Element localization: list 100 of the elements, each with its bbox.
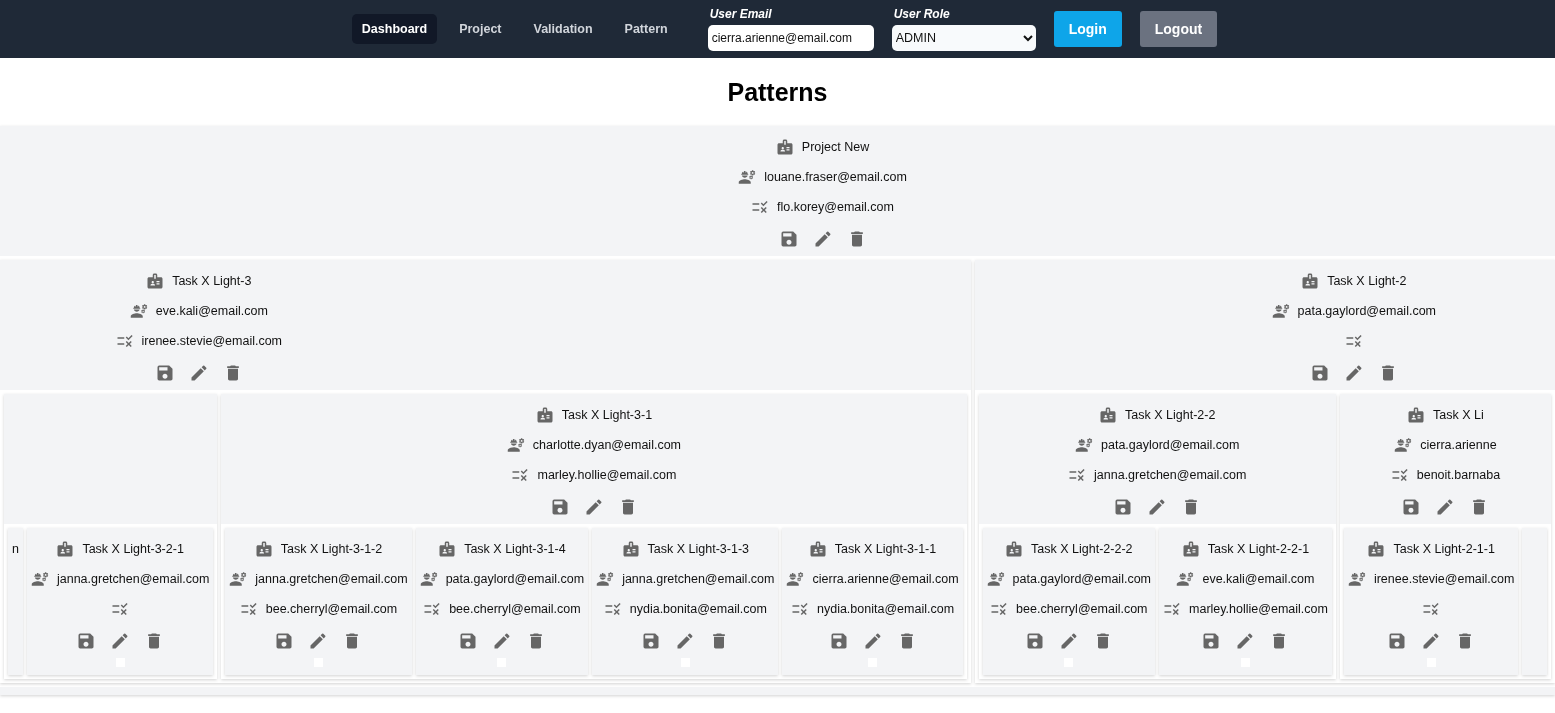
task-title: Task X Light-3-1-2	[280, 542, 383, 556]
engineer-icon	[1271, 302, 1290, 320]
engineer-icon	[30, 570, 49, 588]
badge-icon	[1005, 540, 1024, 558]
badge-icon	[146, 272, 165, 290]
owner-email: janna.gretchen@email.com	[622, 572, 775, 586]
badge-icon	[808, 540, 827, 558]
badge-icon	[1301, 272, 1320, 290]
nav-link[interactable]: Pattern	[614, 14, 678, 44]
owner-email: cierra.arienne	[1420, 438, 1497, 452]
rule-icon	[1068, 466, 1087, 484]
save-icon	[1113, 497, 1134, 517]
rule-icon	[1390, 466, 1409, 484]
page-title: Patterns	[726, 76, 829, 108]
engineer-icon	[129, 302, 148, 320]
task-title: Project New	[801, 140, 870, 154]
owner-email: pata.gaylord@email.com	[445, 572, 585, 586]
engineer-icon	[738, 168, 757, 186]
owner-email: eve.kali@email.com	[1202, 572, 1315, 586]
validator-email: janna.gretchen@email.com	[1094, 468, 1247, 482]
badge-icon	[1407, 406, 1426, 424]
save-button[interactable]	[76, 631, 97, 651]
engineer-icon	[596, 570, 615, 588]
task-title: Task X Li	[1433, 408, 1484, 422]
owner-email: eve.kali@email.com	[155, 304, 268, 318]
field-label: User Role	[893, 7, 951, 21]
rule-icon	[603, 600, 622, 618]
task-title: Task X Light-2-2-1	[1207, 542, 1310, 556]
rule-icon	[423, 600, 442, 618]
save-icon	[641, 631, 662, 651]
rule-icon	[791, 600, 809, 618]
engineer-icon	[1075, 436, 1093, 454]
owner-email: n	[12, 542, 19, 556]
engineer-icon	[419, 570, 438, 588]
logout-button[interactable]: Logout	[1139, 11, 1218, 47]
badge-icon	[438, 540, 457, 558]
engineer-icon	[1394, 436, 1413, 454]
owner-email: pata.gaylord@email.com	[1297, 304, 1436, 318]
email-field[interactable]: cierra.arienne@email.com	[707, 25, 874, 51]
badge-icon	[775, 138, 794, 156]
task-title: Task X Light-3-1	[561, 408, 653, 422]
rule-icon	[751, 198, 770, 216]
validator-email: nydia.bonita@email.com	[629, 602, 767, 616]
task-title: Task X Light-3-1-1	[834, 542, 937, 556]
owner-email: charlotte.dyan@email.com	[532, 438, 681, 452]
nav-link[interactable]: Validation	[523, 14, 603, 44]
save-button[interactable]	[1387, 631, 1408, 651]
nav-link[interactable]: Project	[449, 14, 512, 44]
task-title: Task X Light-2-2-2	[1031, 542, 1133, 556]
save-button[interactable]	[274, 631, 295, 651]
rule-icon	[1422, 600, 1441, 618]
engineer-icon	[1347, 570, 1366, 588]
task-title: Task X Light-3	[172, 274, 252, 288]
engineer-icon	[229, 570, 248, 588]
task-title: Task X Light-2-1-1	[1393, 542, 1495, 556]
save-button[interactable]	[1201, 631, 1222, 651]
owner-email: louane.fraser@email.com	[764, 170, 907, 184]
badge-icon	[621, 540, 640, 558]
save-icon	[76, 631, 97, 651]
owner-email: pata.gaylord@email.com	[1012, 572, 1151, 586]
save-icon	[1401, 497, 1422, 517]
save-icon	[1387, 631, 1408, 651]
engineer-icon	[506, 436, 525, 454]
engineer-icon	[786, 570, 805, 588]
task-title: Task X Light-3-1-4	[464, 542, 566, 556]
role-select[interactable]: ADMIN	[891, 25, 1036, 51]
rule-icon	[239, 600, 258, 618]
badge-icon	[254, 540, 273, 558]
task-title: Task X Light-2-2	[1125, 408, 1216, 422]
validator-email: irenee.stevie@email.com	[141, 334, 283, 348]
rule-icon	[115, 332, 134, 350]
validator-email: benoit.barnaba	[1416, 468, 1501, 482]
validator-email: bee.cherryl@email.com	[1016, 602, 1148, 616]
save-button[interactable]	[1401, 497, 1422, 517]
task-title: Task X Light-3-1-3	[647, 542, 749, 556]
task-title: Task X Light-3-2-1	[82, 542, 184, 556]
engineer-icon	[1176, 570, 1195, 588]
rule-icon	[511, 466, 530, 484]
rule-icon	[1163, 600, 1181, 618]
save-icon	[274, 631, 295, 651]
engineer-icon	[986, 570, 1005, 588]
rule-icon	[111, 600, 130, 618]
badge-icon	[535, 406, 554, 424]
validator-email: nydia.bonita@email.com	[817, 602, 955, 616]
badge-icon	[1367, 540, 1386, 558]
field-label: User Email	[709, 7, 773, 21]
validator-email: bee.cherryl@email.com	[449, 602, 581, 616]
task-title: Task X Light-2	[1327, 274, 1407, 288]
nav-link[interactable]: Dashboard	[351, 14, 438, 44]
owner-email: pata.gaylord@email.com	[1101, 438, 1240, 452]
save-button[interactable]	[641, 631, 662, 651]
validator-email: marley.hollie@email.com	[537, 468, 677, 482]
badge-icon	[1099, 406, 1118, 424]
owner-email: janna.gretchen@email.com	[56, 572, 210, 586]
validator-email: bee.cherryl@email.com	[265, 602, 398, 616]
badge-icon	[1181, 540, 1200, 558]
rule-icon	[1344, 332, 1363, 350]
validator-email: marley.hollie@email.com	[1189, 602, 1328, 616]
owner-email: cierra.arienne@email.com	[812, 572, 959, 586]
save-button[interactable]	[1113, 497, 1134, 517]
